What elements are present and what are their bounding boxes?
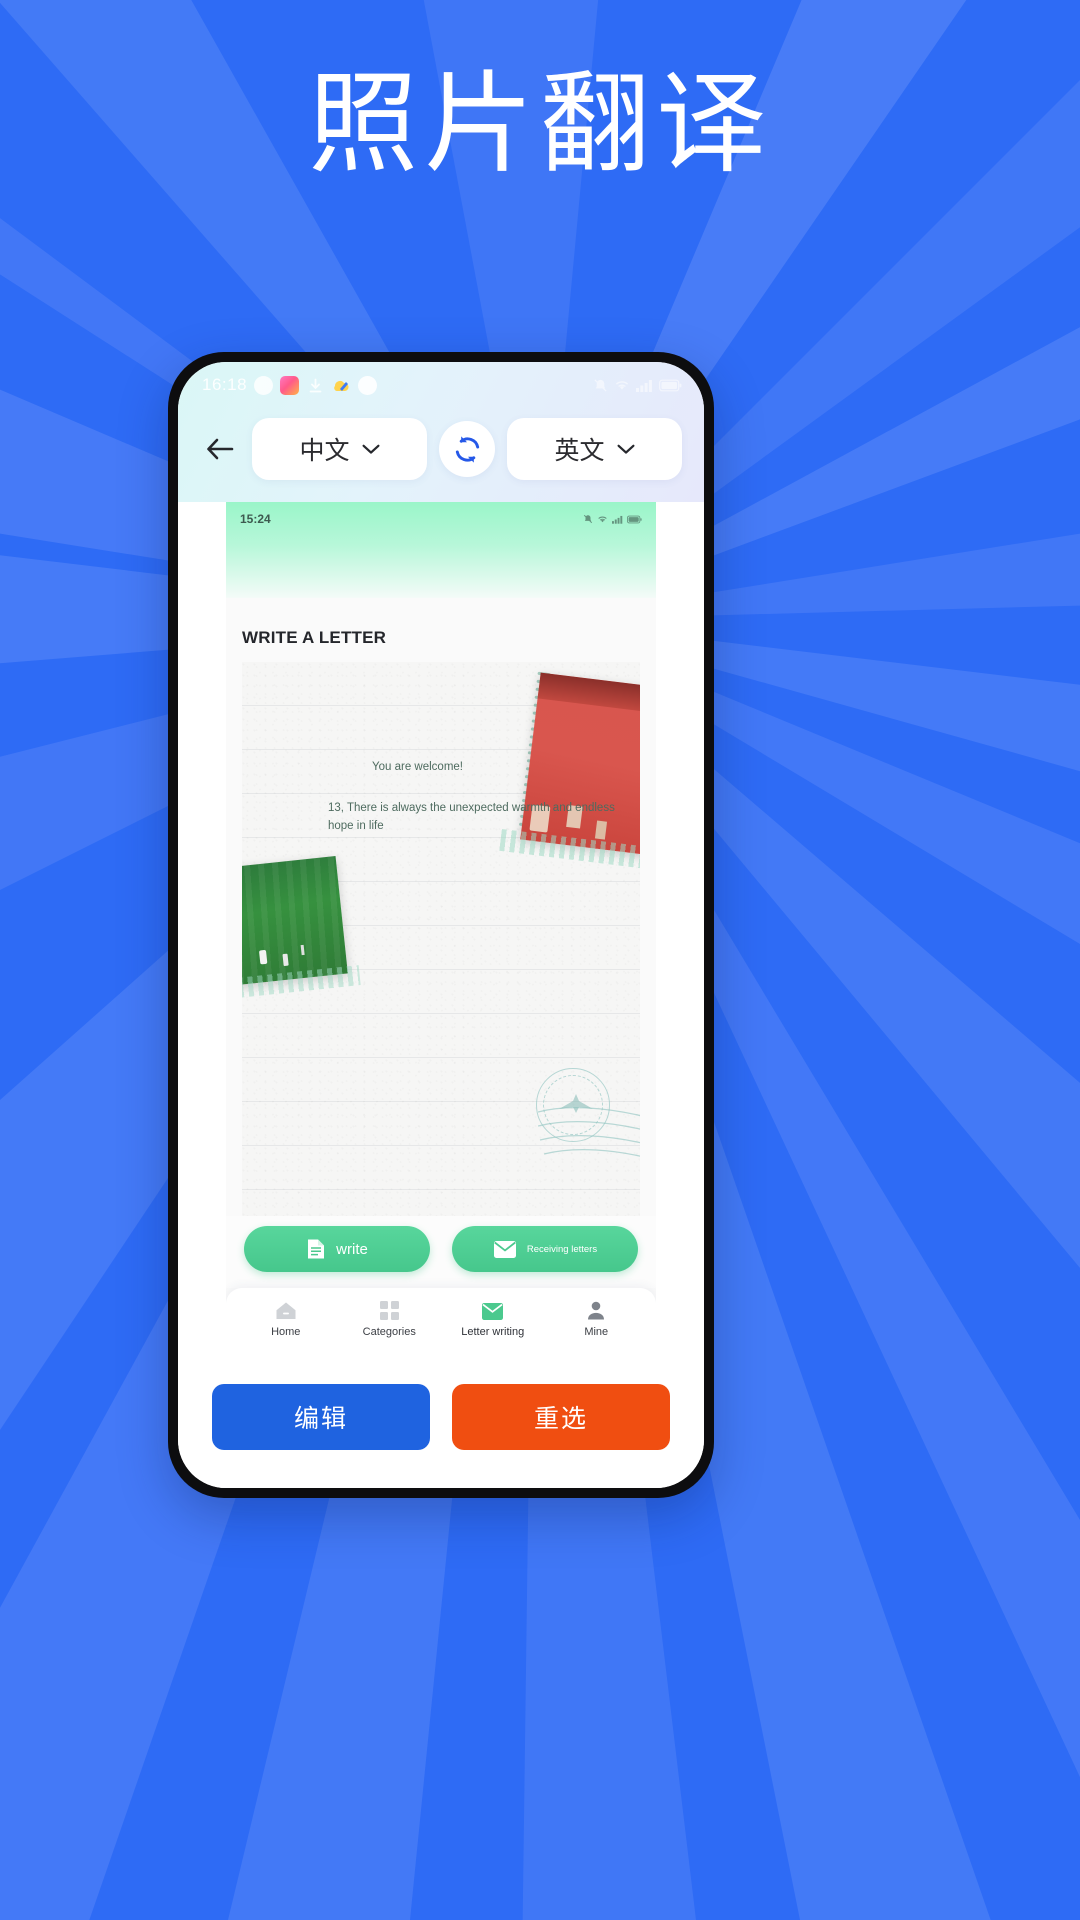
nav-label: Categories [362,1326,416,1338]
document-pencil-icon [308,1239,325,1259]
swap-languages-icon [455,435,479,463]
page-title: 照片翻译 [308,63,772,186]
chevron-down-icon [362,444,379,454]
language-bar: 中文 英文 [178,408,704,502]
letter-body: 13, There is always the unexpected warmt… [328,801,615,833]
signal-icon [636,379,652,392]
signal-icon [612,515,623,524]
download-icon [306,376,325,395]
status-bar-time: 16:18 [202,375,248,394]
letter-paper: You are welcome! 13, There is always the… [242,662,640,1216]
airmail-trails-decor [538,1106,640,1157]
heart-shield-icon [254,375,274,395]
phone-mockup: 16:18 中文 英文 15:24 WRITE A LETTER You are… [168,352,714,1498]
photo-content: 15:24 WRITE A LETTER You are welcome! 13… [226,502,656,1354]
nav-item-home[interactable]: Home [234,1300,338,1338]
photo-heading: WRITE A LETTER [226,628,656,648]
home-icon [275,1300,297,1320]
write-button-label: write [336,1240,368,1258]
reselect-button[interactable]: 重选 [452,1384,670,1450]
app-header-area: 16:18 中文 英文 [178,362,704,502]
photo-status-right-icons [583,514,642,524]
pink-app-icon [280,375,300,395]
envelope-icon [493,1240,516,1258]
battery-icon [627,515,642,523]
letter-text-block: You are welcome! 13, There is always the… [328,758,630,836]
phone-screen: 16:18 中文 英文 15:24 WRITE A LETTER You are… [178,362,704,1488]
translated-photo-preview[interactable]: 15:24 WRITE A LETTER You are welcome! 13… [226,502,656,1354]
chevron-down-icon [617,444,634,454]
swap-languages-button[interactable] [439,421,495,477]
nav-label: Mine [584,1326,609,1338]
nav-item-mine[interactable]: Mine [545,1300,649,1338]
wifi-icon [598,516,607,522]
reselect-button-label: 重选 [533,1405,588,1433]
arrow-left-icon [207,438,234,460]
receiving-letters-label: Receiving letters [526,1243,598,1255]
grid-icon [379,1300,399,1320]
envelope-icon [482,1300,504,1320]
nav-item-letter-writing[interactable]: Letter writing [441,1300,545,1338]
mute-icon [583,514,593,524]
target-language-label: 英文 [554,437,605,465]
photo-action-buttons: write Receiving letters [226,1216,656,1288]
nav-item-categories[interactable]: Categories [338,1300,442,1338]
photo-status-bar: 15:24 [226,502,656,598]
letter-greeting: You are welcome! [372,761,463,773]
status-bar-right-icons [593,378,682,393]
battery-icon [659,379,682,391]
cloud-sync-icon [332,376,351,395]
status-bar: 16:18 [178,362,704,408]
back-button[interactable] [200,429,240,469]
source-language-label: 中文 [299,437,350,465]
photo-green-field [242,856,348,986]
paw-app-icon [358,375,378,395]
alarm-icon [594,378,607,392]
nav-label: Letter writing [461,1326,525,1338]
source-language-selector[interactable]: 中文 [252,418,427,480]
person-icon [587,1300,605,1320]
nav-label: Home [271,1326,301,1338]
edit-button[interactable]: 编辑 [212,1384,430,1450]
bottom-action-panel: 编辑 重选 [178,1354,704,1488]
photo-status-time: 15:24 [240,512,271,526]
photo-bottom-nav: Home Categories Letter writing Mine [226,1288,656,1354]
receiving-letters-button[interactable]: Receiving letters [452,1226,638,1272]
write-button[interactable]: write [244,1226,430,1272]
target-language-selector[interactable]: 英文 [507,418,682,480]
wifi-icon [615,380,629,389]
edit-button-label: 编辑 [293,1405,348,1433]
